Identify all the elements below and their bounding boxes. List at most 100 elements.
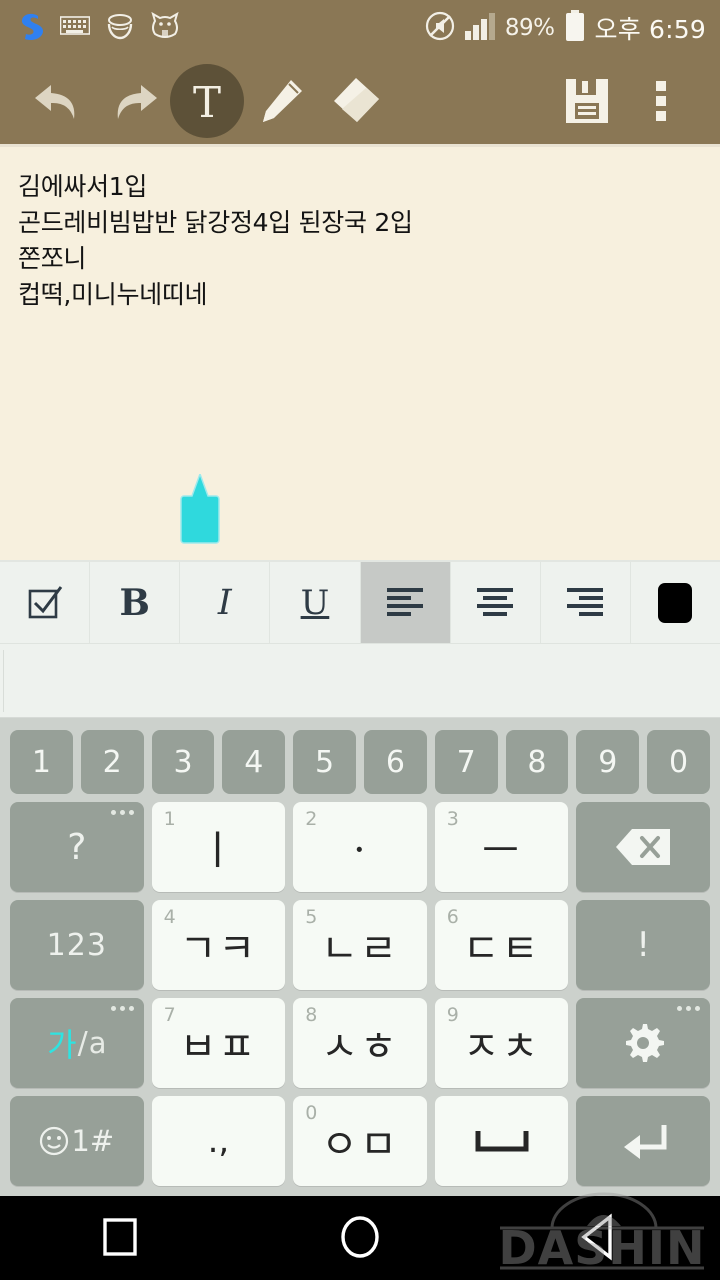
pen-tool-button[interactable]	[244, 64, 318, 138]
key-label: ㅈㅊ	[462, 1024, 541, 1070]
key-label: .,	[207, 1121, 230, 1161]
key-enter[interactable]	[576, 1096, 710, 1186]
circle-icon	[341, 1216, 379, 1258]
key-number-3[interactable]: 3	[151, 730, 215, 794]
key-siot-hieut[interactable]: 8 ㅅㅎ	[293, 998, 427, 1088]
key-number-4[interactable]: 4	[222, 730, 286, 794]
italic-button[interactable]: I	[180, 562, 271, 643]
key-label: 123	[46, 927, 107, 963]
align-left-button[interactable]	[360, 562, 451, 643]
space-icon	[475, 1131, 529, 1152]
korean-keyboard: 1 2 3 4 5 6 7 8 9 0 ? 1 ㅣ 2 ㆍ 3 ㅡ 123 4 …	[0, 718, 720, 1196]
key-nieun-rieul[interactable]: 5 ㄴㄹ	[293, 900, 427, 990]
smiley-icon	[40, 1126, 69, 1156]
key-vowel-eu[interactable]: 3 ㅡ	[434, 802, 569, 892]
samsung-s-app-icon	[18, 11, 46, 45]
italic-label: I	[217, 582, 232, 623]
key-label: !	[636, 925, 650, 965]
key-label-separator: /	[77, 1025, 88, 1061]
navigation-bar: DASHIN	[0, 1192, 720, 1278]
more-dots-icon	[110, 1006, 134, 1011]
square-icon	[103, 1218, 137, 1256]
battery-icon	[564, 9, 586, 46]
key-space[interactable]	[434, 1096, 569, 1186]
key-question[interactable]: ?	[10, 802, 144, 892]
key-superscript: 4	[163, 906, 176, 928]
key-label: 7	[456, 744, 476, 780]
bold-button[interactable]: B	[90, 562, 181, 643]
key-settings[interactable]	[576, 998, 710, 1088]
key-label: ㆍ	[340, 828, 380, 874]
key-label: 0	[669, 744, 689, 780]
overflow-menu-button[interactable]	[624, 64, 698, 138]
key-number-9[interactable]: 9	[576, 730, 640, 794]
keyboard-icon	[59, 15, 91, 41]
key-superscript: 6	[446, 906, 459, 928]
note-canvas[interactable]: 김에싸서1입 곤드레비빔밥반 닭강정4입 된장국 2입 쫀쪼니 컵떡,미니누네띠…	[0, 147, 720, 560]
align-right-button[interactable]	[541, 562, 631, 643]
key-bieup-pieup[interactable]: 7 ㅂㅍ	[151, 998, 286, 1088]
key-number-7[interactable]: 7	[434, 730, 498, 794]
key-number-2[interactable]: 2	[80, 730, 144, 794]
status-bar-left-icons	[18, 10, 180, 46]
key-label: 3	[173, 744, 193, 780]
key-jieut-chieut[interactable]: 9 ㅈㅊ	[434, 998, 569, 1088]
key-label: 2	[102, 744, 122, 780]
key-backspace[interactable]	[576, 802, 710, 892]
nav-home-button[interactable]	[240, 1213, 480, 1261]
key-superscript: 8	[305, 1004, 318, 1026]
key-superscript: 2	[305, 808, 318, 830]
key-exclamation[interactable]: !	[576, 900, 710, 990]
app-toolbar: T	[0, 55, 720, 147]
format-toolbar: B I U	[0, 560, 720, 644]
note-line: 쫀쪼니	[18, 244, 87, 273]
key-emoji-symbols[interactable]: 1#	[10, 1096, 144, 1186]
backspace-icon	[616, 829, 671, 865]
save-button[interactable]	[550, 64, 624, 138]
key-label: ㅣ	[198, 828, 238, 874]
key-digeut-tieut[interactable]: 6 ㄷㅌ	[434, 900, 569, 990]
battery-percent-label: 89%	[504, 14, 555, 41]
keyboard-number-row: 1 2 3 4 5 6 7 8 9 0	[6, 726, 714, 798]
key-label: 4	[244, 744, 264, 780]
bowl-app-icon	[104, 10, 136, 46]
nav-back-button[interactable]	[480, 1213, 720, 1261]
eraser-tool-button[interactable]	[318, 64, 392, 138]
key-vowel-i[interactable]: 1 ㅣ	[151, 802, 286, 892]
text-color-swatch[interactable]	[631, 562, 720, 643]
nav-recents-button[interactable]	[0, 1215, 240, 1259]
undo-button[interactable]	[22, 64, 96, 138]
key-label: ㄱㅋ	[179, 926, 258, 972]
text-cursor-handle[interactable]	[180, 471, 220, 546]
key-label: 5	[315, 744, 335, 780]
key-number-6[interactable]: 6	[363, 730, 427, 794]
redo-button[interactable]	[96, 64, 170, 138]
key-number-0[interactable]: 0	[647, 730, 710, 794]
checkbox-button[interactable]	[0, 562, 91, 643]
key-vowel-dot[interactable]: 2 ㆍ	[293, 802, 427, 892]
key-123[interactable]: 123	[10, 900, 144, 990]
key-label: ㅡ	[482, 828, 521, 874]
note-line: 컵떡,미니누네띠네	[18, 280, 208, 309]
key-number-5[interactable]: 5	[293, 730, 356, 794]
key-giyeok-kieuk[interactable]: 4 ㄱㅋ	[151, 900, 286, 990]
text-tool-button[interactable]: T	[170, 64, 244, 138]
gear-icon	[626, 1024, 665, 1062]
signal-bars-icon	[464, 12, 496, 44]
key-label: ㅇㅁ	[321, 1122, 399, 1168]
key-superscript: 7	[163, 1004, 176, 1026]
suggestion-bar[interactable]	[0, 644, 720, 718]
key-label: ㄷㅌ	[462, 926, 541, 972]
key-ieung-mieum[interactable]: 0 ㅇㅁ	[293, 1096, 427, 1186]
key-punctuation[interactable]: .,	[151, 1096, 286, 1186]
keyboard-row-1: ? 1 ㅣ 2 ㆍ 3 ㅡ	[6, 798, 714, 896]
key-label-korean: 가	[47, 1026, 77, 1064]
key-language-toggle[interactable]: 가 / a	[10, 998, 144, 1088]
align-center-button[interactable]	[451, 562, 541, 643]
key-number-1[interactable]: 1	[10, 730, 73, 794]
status-bar-right: 89% 오후 6:59	[425, 9, 706, 46]
key-number-8[interactable]: 8	[505, 730, 569, 794]
status-bar: 89% 오후 6:59	[0, 0, 720, 55]
cat-restaurant-app-icon	[150, 11, 180, 45]
underline-button[interactable]: U	[270, 562, 361, 643]
